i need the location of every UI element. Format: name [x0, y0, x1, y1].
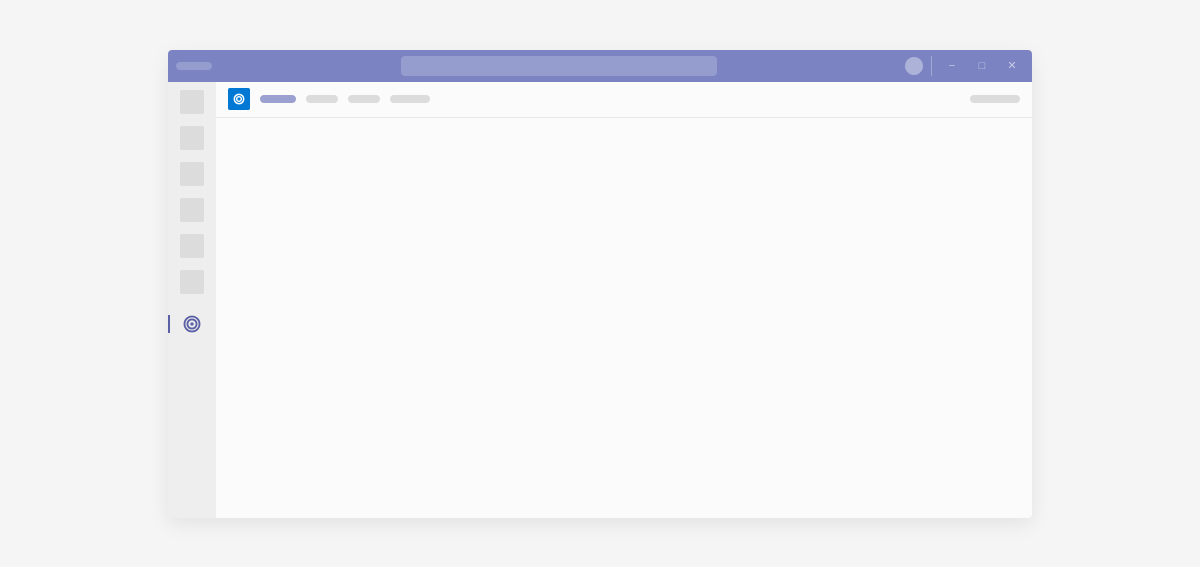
close-button[interactable]: ✕ [1000, 54, 1024, 78]
tab-3[interactable] [348, 95, 380, 103]
tab-1-active[interactable] [260, 95, 296, 103]
rail-active-app[interactable] [180, 312, 204, 336]
rail-item-5[interactable] [180, 234, 204, 258]
main-area [216, 82, 1032, 518]
swirl-icon [232, 92, 246, 106]
rail-item-6[interactable] [180, 270, 204, 294]
rail-active-indicator [168, 315, 170, 333]
swirl-icon [182, 314, 202, 334]
search-input[interactable] [401, 56, 717, 76]
minimize-button[interactable]: − [940, 54, 964, 78]
rail-item-1[interactable] [180, 90, 204, 114]
titlebar-divider [931, 56, 932, 76]
app-rail [168, 82, 216, 518]
rail-item-3[interactable] [180, 162, 204, 186]
app-window: − □ ✕ [168, 50, 1032, 518]
maximize-button[interactable]: □ [970, 54, 994, 78]
titlebar: − □ ✕ [168, 50, 1032, 82]
user-avatar[interactable] [905, 57, 923, 75]
titlebar-center [220, 56, 897, 76]
rail-item-4[interactable] [180, 198, 204, 222]
tab-4[interactable] [390, 95, 430, 103]
titlebar-right: − □ ✕ [905, 54, 1024, 78]
tab-2[interactable] [306, 95, 338, 103]
app-tab-icon[interactable] [228, 88, 250, 110]
window-body [168, 82, 1032, 518]
tabbar [216, 82, 1032, 118]
titlebar-title-placeholder [176, 62, 212, 70]
content-area [216, 118, 1032, 518]
tabbar-right-action[interactable] [970, 95, 1020, 103]
rail-item-2[interactable] [180, 126, 204, 150]
